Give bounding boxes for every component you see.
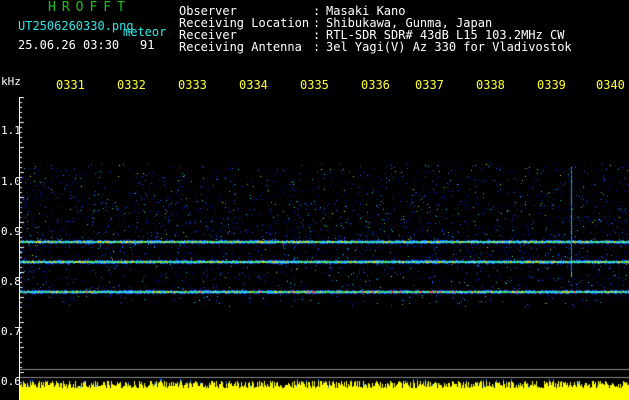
- freq-tick: 1.0: [1, 175, 21, 188]
- event-tag: meteor: [123, 25, 167, 39]
- freq-tick: 0.9: [1, 225, 21, 238]
- time-tick: 0332: [117, 78, 146, 92]
- time-tick: 0339: [537, 78, 566, 92]
- antenna-label: Receiving Antenna: [179, 40, 302, 54]
- count-label: 91: [140, 38, 155, 52]
- freq-tick: 0.7: [1, 325, 21, 338]
- time-tick: 0331: [56, 78, 85, 92]
- date-time-label: 25.06.26 03:30: [18, 38, 120, 52]
- hrofft-logo: HROFFT: [48, 0, 131, 15]
- time-tick: 0336: [361, 78, 390, 92]
- header: HROFFT UT2506260330.png meteor 25.06.26 …: [0, 0, 629, 72]
- time-tick: 0334: [239, 78, 268, 92]
- antenna-value: 3el Yagi(V) Az 330 for Vladivostok: [326, 40, 572, 54]
- time-tick: 0338: [476, 78, 505, 92]
- freq-tick: 0.8: [1, 275, 21, 288]
- freq-tick: 1.1: [1, 124, 21, 137]
- time-tick: 0337: [415, 78, 444, 92]
- axis-unit-label: kHz: [1, 75, 21, 88]
- time-tick: 0335: [300, 78, 329, 92]
- filename-label: UT2506260330.png: [18, 19, 134, 33]
- antenna-sep: :: [313, 40, 321, 54]
- spectrogram-canvas: [20, 97, 629, 400]
- spectrogram-panel: [20, 97, 629, 400]
- freq-tick: 0.6: [1, 375, 21, 388]
- time-tick: 0340: [596, 78, 625, 92]
- time-tick: 0333: [178, 78, 207, 92]
